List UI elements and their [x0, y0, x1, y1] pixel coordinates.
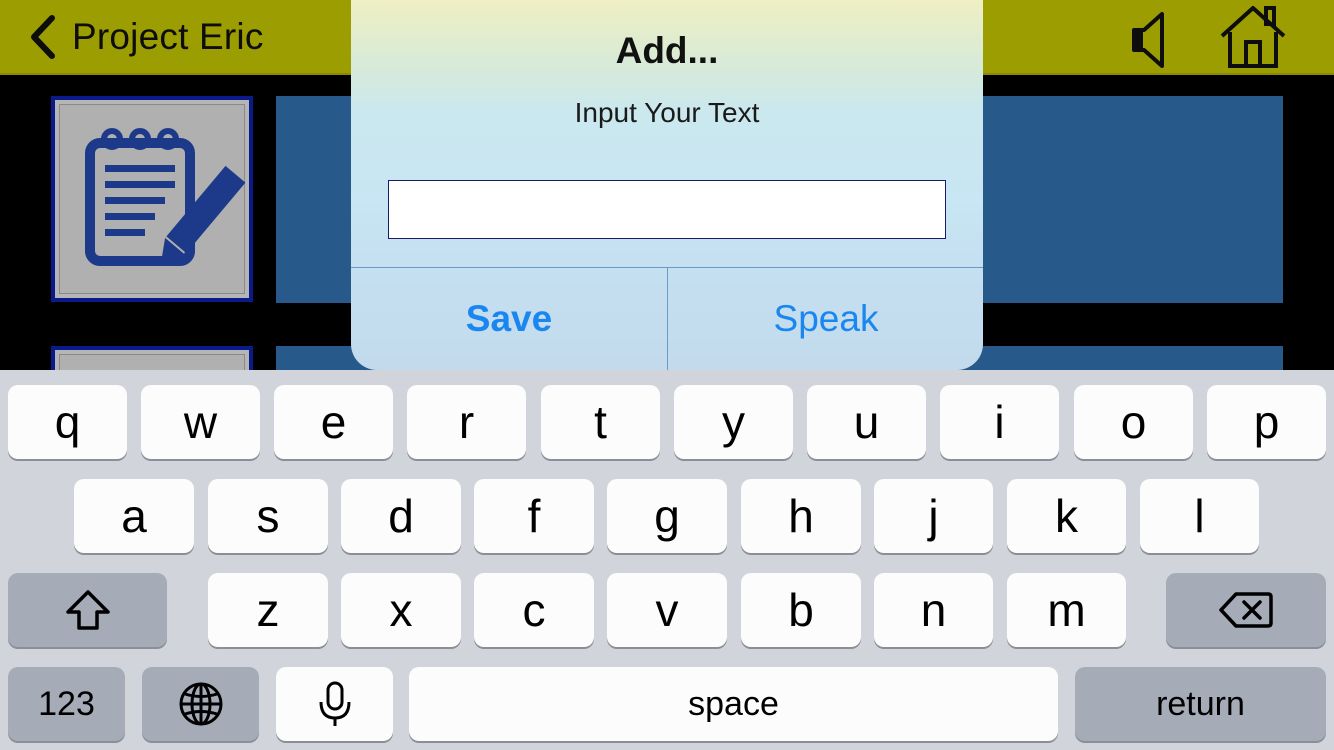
key-i[interactable]: i: [940, 385, 1059, 459]
key-v[interactable]: v: [607, 573, 727, 647]
globe-icon: [179, 682, 222, 726]
space-key[interactable]: space: [409, 667, 1058, 741]
key-y[interactable]: y: [674, 385, 793, 459]
back-button-label: Project Eric: [72, 16, 264, 57]
note-tile-button[interactable]: [51, 96, 253, 302]
keyboard: q w e r t y u i o p a s d f g h j k l z …: [0, 370, 1334, 750]
dialog-title: Add...: [615, 30, 719, 71]
dialog-message: Input Your Text: [574, 97, 760, 128]
text-input[interactable]: [388, 180, 946, 239]
shift-icon: [65, 590, 110, 630]
key-f[interactable]: f: [474, 479, 594, 553]
notepad-pencil-icon: [85, 128, 246, 266]
key-m[interactable]: m: [1007, 573, 1126, 647]
key-c[interactable]: c: [474, 573, 594, 647]
key-b[interactable]: b: [741, 573, 861, 647]
numbers-key[interactable]: 123: [8, 667, 125, 741]
key-k[interactable]: k: [1007, 479, 1126, 553]
key-j[interactable]: j: [874, 479, 993, 553]
key-d[interactable]: d: [341, 479, 461, 553]
key-n[interactable]: n: [874, 573, 993, 647]
backspace-icon: [1219, 592, 1273, 628]
key-q[interactable]: q: [8, 385, 127, 459]
key-r[interactable]: r: [407, 385, 526, 459]
key-e[interactable]: e: [274, 385, 393, 459]
back-button[interactable]: Project Eric: [26, 10, 264, 64]
speak-button[interactable]: Speak: [668, 268, 983, 370]
key-g[interactable]: g: [607, 479, 727, 553]
key-z[interactable]: z: [208, 573, 328, 647]
save-button[interactable]: Save: [351, 268, 667, 370]
note-tile-inner: [59, 104, 246, 294]
key-l[interactable]: l: [1140, 479, 1259, 553]
key-u[interactable]: u: [807, 385, 926, 459]
backspace-key[interactable]: [1166, 573, 1326, 647]
key-p[interactable]: p: [1207, 385, 1326, 459]
key-w[interactable]: w: [141, 385, 260, 459]
key-o[interactable]: o: [1074, 385, 1193, 459]
speaker-icon[interactable]: [1128, 10, 1172, 70]
return-key[interactable]: return: [1075, 667, 1326, 741]
microphone-icon: [319, 681, 350, 726]
key-x[interactable]: x: [341, 573, 461, 647]
shift-key[interactable]: [8, 573, 167, 647]
home-icon[interactable]: [1218, 2, 1288, 70]
key-t[interactable]: t: [541, 385, 660, 459]
key-s[interactable]: s: [208, 479, 328, 553]
chevron-left-icon: [31, 15, 55, 59]
globe-key[interactable]: [142, 667, 259, 741]
dictation-key[interactable]: [276, 667, 393, 741]
key-a[interactable]: a: [74, 479, 194, 553]
key-h[interactable]: h: [741, 479, 861, 553]
add-text-dialog: Add... Input Your Text Save Speak: [351, 0, 983, 370]
